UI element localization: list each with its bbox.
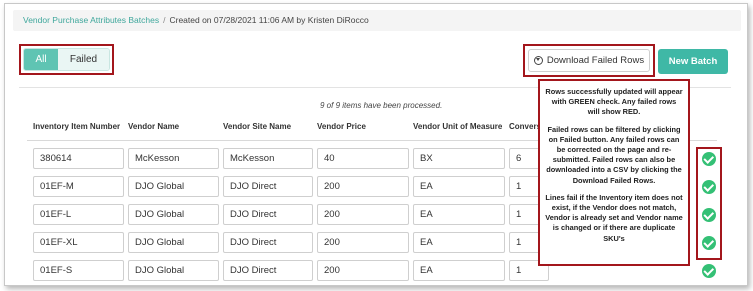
inventory-item-field[interactable]: 01EF-XL — [33, 232, 124, 253]
unit-of-measure-field[interactable]: BX — [413, 148, 505, 169]
processed-status: 9 of 9 items have been processed. — [320, 101, 443, 110]
unit-of-measure-field[interactable]: EA — [413, 176, 505, 197]
vendor-price-field[interactable]: 200 — [317, 232, 409, 253]
new-batch-button[interactable]: New Batch — [658, 49, 728, 74]
download-highlight: Download Failed Rows — [523, 44, 655, 77]
screenshot-frame: Vendor Purchase Attributes Batches / Creat… — [4, 3, 748, 286]
vendor-price-field[interactable]: 200 — [317, 204, 409, 225]
breadcrumb-meta: Created on 07/28/2021 11:06 AM by Kriste… — [169, 15, 369, 25]
vendor-name-field[interactable]: DJO Global — [128, 232, 219, 253]
download-failed-rows-label: Download Failed Rows — [546, 55, 645, 66]
col-header-unit-of-measure: Vendor Unit of Measure — [413, 122, 503, 131]
vendor-site-field[interactable]: DJO Direct — [223, 176, 313, 197]
inventory-item-field[interactable]: 01EF-S — [33, 260, 124, 281]
download-icon — [533, 56, 543, 65]
col-header-vendor-price: Vendor Price — [317, 122, 366, 131]
unit-of-measure-field[interactable]: EA — [413, 204, 505, 225]
filter-highlight: All Failed — [19, 44, 114, 75]
filter-all-button[interactable]: All — [24, 49, 58, 70]
success-check-icon — [702, 264, 716, 278]
inventory-item-field[interactable]: 01EF-L — [33, 204, 124, 225]
annotation-paragraph-1: Rows successfully updated will appear wi… — [545, 87, 683, 117]
annotation-paragraph-3: Lines fail if the Inventory item does no… — [545, 192, 683, 243]
unit-of-measure-field[interactable]: EA — [413, 232, 505, 253]
vendor-name-field[interactable]: DJO Global — [128, 260, 219, 281]
col-header-vendor-name: Vendor Name — [128, 122, 180, 131]
unit-of-measure-field[interactable]: EA — [413, 260, 505, 281]
breadcrumb-separator: / — [163, 15, 166, 25]
vendor-site-field[interactable]: McKesson — [223, 148, 313, 169]
download-failed-rows-button[interactable]: Download Failed Rows — [528, 49, 650, 72]
annotation-paragraph-2: Failed rows can be filtered by clicking … — [546, 124, 682, 185]
vendor-site-field[interactable]: DJO Direct — [223, 204, 313, 225]
annotation-callout: Rows successfully updated will appear wi… — [538, 79, 690, 266]
vendor-price-field[interactable]: 200 — [317, 176, 409, 197]
inventory-item-field[interactable]: 01EF-M — [33, 176, 124, 197]
vendor-price-field[interactable]: 200 — [317, 260, 409, 281]
breadcrumb-link[interactable]: Vendor Purchase Attributes Batches — [23, 15, 159, 25]
col-header-conversion: Convers — [509, 122, 542, 131]
vendor-price-field[interactable]: 40 — [317, 148, 409, 169]
breadcrumb: Vendor Purchase Attributes Batches / Creat… — [13, 10, 741, 31]
vendor-name-field[interactable]: McKesson — [128, 148, 219, 169]
vendor-site-field[interactable]: DJO Direct — [223, 232, 313, 253]
inventory-item-field[interactable]: 380614 — [33, 148, 124, 169]
filter-toggle: All Failed — [23, 48, 110, 71]
vendor-site-field[interactable]: DJO Direct — [223, 260, 313, 281]
col-header-vendor-site: Vendor Site Name — [223, 122, 292, 131]
status-column-highlight — [696, 147, 722, 260]
filter-failed-button[interactable]: Failed — [58, 49, 109, 70]
vendor-name-field[interactable]: DJO Global — [128, 176, 219, 197]
col-header-inventory-item: Inventory Item Number — [33, 122, 121, 131]
vendor-name-field[interactable]: DJO Global — [128, 204, 219, 225]
